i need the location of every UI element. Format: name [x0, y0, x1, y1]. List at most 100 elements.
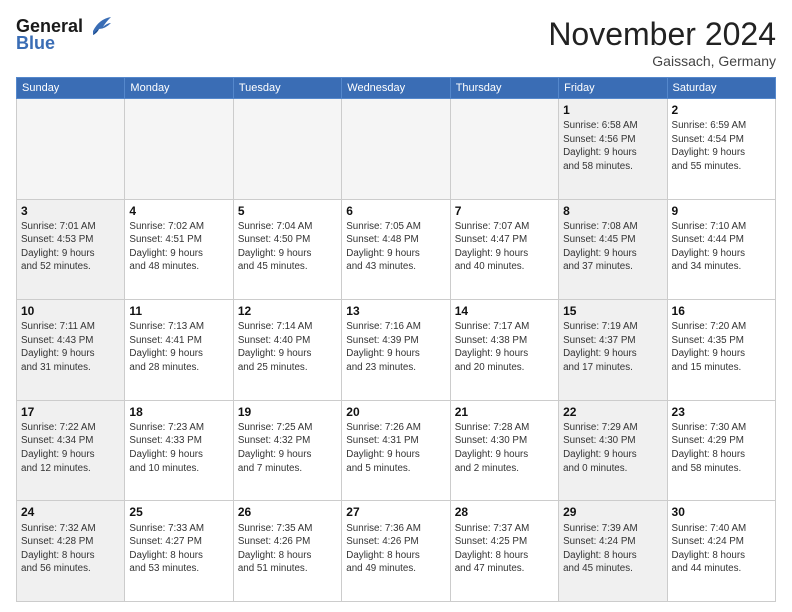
- day-info: Sunrise: 7:32 AM Sunset: 4:28 PM Dayligh…: [21, 522, 120, 576]
- day-info: Sunrise: 7:25 AM Sunset: 4:32 PM Dayligh…: [238, 421, 337, 475]
- day-info: Sunrise: 7:28 AM Sunset: 4:30 PM Dayligh…: [455, 421, 554, 475]
- month-title: November 2024: [548, 16, 776, 53]
- table-row: 30 Sunrise: 7:40 AM Sunset: 4:24 PM Dayli…: [667, 501, 775, 602]
- day-info: Sunrise: 7:23 AM Sunset: 4:33 PM Dayligh…: [129, 421, 228, 475]
- day-number: 30: [672, 504, 771, 520]
- calendar-week-row: 10Sunrise: 7:11 AM Sunset: 4:43 PM Dayli…: [17, 300, 776, 401]
- day-number: 7: [455, 203, 554, 219]
- table-row: 20Sunrise: 7:26 AM Sunset: 4:31 PM Dayli…: [342, 400, 450, 501]
- day-info: Sunrise: 7:05 AM Sunset: 4:48 PM Dayligh…: [346, 220, 445, 274]
- day-info: Sunrise: 6:59 AM Sunset: 4:54 PM Dayligh…: [672, 119, 771, 173]
- table-row: 25Sunrise: 7:33 AM Sunset: 4:27 PM Dayli…: [125, 501, 233, 602]
- table-row: 3Sunrise: 7:01 AM Sunset: 4:53 PM Daylig…: [17, 199, 125, 300]
- day-info: Sunrise: 7:07 AM Sunset: 4:47 PM Dayligh…: [455, 220, 554, 274]
- day-number: 5: [238, 203, 337, 219]
- day-info: Sunrise: 7:11 AM Sunset: 4:43 PM Dayligh…: [21, 320, 120, 374]
- day-info: Sunrise: 7:20 AM Sunset: 4:35 PM Dayligh…: [672, 320, 771, 374]
- day-number: 25: [129, 504, 228, 520]
- title-block: November 2024 Gaissach, Germany: [548, 16, 776, 69]
- day-info: Sunrise: 6:58 AM Sunset: 4:56 PM Dayligh…: [563, 119, 662, 173]
- table-row: 2Sunrise: 6:59 AM Sunset: 4:54 PM Daylig…: [667, 99, 775, 200]
- day-info: Sunrise: 7:16 AM Sunset: 4:39 PM Dayligh…: [346, 320, 445, 374]
- day-number: 18: [129, 404, 228, 420]
- location: Gaissach, Germany: [548, 53, 776, 69]
- table-row: 4Sunrise: 7:02 AM Sunset: 4:51 PM Daylig…: [125, 199, 233, 300]
- table-row: [450, 99, 558, 200]
- table-row: 19Sunrise: 7:25 AM Sunset: 4:32 PM Dayli…: [233, 400, 341, 501]
- day-number: 23: [672, 404, 771, 420]
- table-row: 5Sunrise: 7:04 AM Sunset: 4:50 PM Daylig…: [233, 199, 341, 300]
- table-row: [342, 99, 450, 200]
- header: General Blue November 2024 Gaissach, Ger…: [16, 16, 776, 69]
- table-row: 29 Sunrise: 7:39 AM Sunset: 4:24 PM Dayli…: [559, 501, 667, 602]
- calendar-week-row: 1Sunrise: 6:58 AM Sunset: 4:56 PM Daylig…: [17, 99, 776, 200]
- day-number: 11: [129, 303, 228, 319]
- day-info: Sunrise: 7:22 AM Sunset: 4:34 PM Dayligh…: [21, 421, 120, 475]
- day-number: 1: [563, 102, 662, 118]
- header-sunday: Sunday: [17, 78, 125, 99]
- day-number: 28: [455, 504, 554, 520]
- calendar-week-row: 3Sunrise: 7:01 AM Sunset: 4:53 PM Daylig…: [17, 199, 776, 300]
- day-info: Sunrise: 7:39 AM Sunset: 4:24 PM Dayligh…: [563, 522, 662, 576]
- table-row: 22Sunrise: 7:29 AM Sunset: 4:30 PM Dayli…: [559, 400, 667, 501]
- header-monday: Monday: [125, 78, 233, 99]
- day-info: Sunrise: 7:04 AM Sunset: 4:50 PM Dayligh…: [238, 220, 337, 274]
- table-row: 14Sunrise: 7:17 AM Sunset: 4:38 PM Dayli…: [450, 300, 558, 401]
- day-number: 29: [563, 504, 662, 520]
- table-row: 13Sunrise: 7:16 AM Sunset: 4:39 PM Dayli…: [342, 300, 450, 401]
- page: General Blue November 2024 Gaissach, Ger…: [0, 0, 792, 612]
- day-number: 21: [455, 404, 554, 420]
- table-row: 9Sunrise: 7:10 AM Sunset: 4:44 PM Daylig…: [667, 199, 775, 300]
- table-row: 26Sunrise: 7:35 AM Sunset: 4:26 PM Dayli…: [233, 501, 341, 602]
- table-row: 23Sunrise: 7:30 AM Sunset: 4:29 PM Dayli…: [667, 400, 775, 501]
- table-row: 6Sunrise: 7:05 AM Sunset: 4:48 PM Daylig…: [342, 199, 450, 300]
- day-info: Sunrise: 7:17 AM Sunset: 4:38 PM Dayligh…: [455, 320, 554, 374]
- day-info: Sunrise: 7:14 AM Sunset: 4:40 PM Dayligh…: [238, 320, 337, 374]
- day-info: Sunrise: 7:37 AM Sunset: 4:25 PM Dayligh…: [455, 522, 554, 576]
- table-row: 28 Sunrise: 7:37 AM Sunset: 4:25 PM Dayli…: [450, 501, 558, 602]
- logo-bird-icon: [85, 15, 113, 37]
- day-number: 12: [238, 303, 337, 319]
- table-row: 7Sunrise: 7:07 AM Sunset: 4:47 PM Daylig…: [450, 199, 558, 300]
- table-row: 11Sunrise: 7:13 AM Sunset: 4:41 PM Dayli…: [125, 300, 233, 401]
- day-number: 9: [672, 203, 771, 219]
- header-tuesday: Tuesday: [233, 78, 341, 99]
- day-number: 3: [21, 203, 120, 219]
- table-row: 16Sunrise: 7:20 AM Sunset: 4:35 PM Dayli…: [667, 300, 775, 401]
- day-number: 27: [346, 504, 445, 520]
- calendar-table: Sunday Monday Tuesday Wednesday Thursday…: [16, 77, 776, 602]
- day-number: 10: [21, 303, 120, 319]
- day-info: Sunrise: 7:40 AM Sunset: 4:24 PM Dayligh…: [672, 522, 771, 576]
- table-row: [125, 99, 233, 200]
- day-number: 20: [346, 404, 445, 420]
- table-row: 21Sunrise: 7:28 AM Sunset: 4:30 PM Dayli…: [450, 400, 558, 501]
- day-number: 6: [346, 203, 445, 219]
- day-info: Sunrise: 7:01 AM Sunset: 4:53 PM Dayligh…: [21, 220, 120, 274]
- calendar-week-row: 24 Sunrise: 7:32 AM Sunset: 4:28 PM Dayli…: [17, 501, 776, 602]
- table-row: 24 Sunrise: 7:32 AM Sunset: 4:28 PM Dayli…: [17, 501, 125, 602]
- day-info: Sunrise: 7:19 AM Sunset: 4:37 PM Dayligh…: [563, 320, 662, 374]
- table-row: 8Sunrise: 7:08 AM Sunset: 4:45 PM Daylig…: [559, 199, 667, 300]
- logo: General Blue: [16, 16, 113, 54]
- day-number: 16: [672, 303, 771, 319]
- table-row: 10Sunrise: 7:11 AM Sunset: 4:43 PM Dayli…: [17, 300, 125, 401]
- day-info: Sunrise: 7:10 AM Sunset: 4:44 PM Dayligh…: [672, 220, 771, 274]
- table-row: 12Sunrise: 7:14 AM Sunset: 4:40 PM Dayli…: [233, 300, 341, 401]
- table-row: 27 Sunrise: 7:36 AM Sunset: 4:26 PM Dayli…: [342, 501, 450, 602]
- table-row: [233, 99, 341, 200]
- header-wednesday: Wednesday: [342, 78, 450, 99]
- day-number: 17: [21, 404, 120, 420]
- day-info: Sunrise: 7:02 AM Sunset: 4:51 PM Dayligh…: [129, 220, 228, 274]
- table-row: 15Sunrise: 7:19 AM Sunset: 4:37 PM Dayli…: [559, 300, 667, 401]
- calendar-header-row: Sunday Monday Tuesday Wednesday Thursday…: [17, 78, 776, 99]
- calendar-week-row: 17Sunrise: 7:22 AM Sunset: 4:34 PM Dayli…: [17, 400, 776, 501]
- table-row: 17Sunrise: 7:22 AM Sunset: 4:34 PM Dayli…: [17, 400, 125, 501]
- header-saturday: Saturday: [667, 78, 775, 99]
- day-number: 24: [21, 504, 120, 520]
- day-number: 4: [129, 203, 228, 219]
- day-info: Sunrise: 7:30 AM Sunset: 4:29 PM Dayligh…: [672, 421, 771, 475]
- day-info: Sunrise: 7:36 AM Sunset: 4:26 PM Dayligh…: [346, 522, 445, 576]
- day-info: Sunrise: 7:08 AM Sunset: 4:45 PM Dayligh…: [563, 220, 662, 274]
- day-number: 14: [455, 303, 554, 319]
- day-info: Sunrise: 7:29 AM Sunset: 4:30 PM Dayligh…: [563, 421, 662, 475]
